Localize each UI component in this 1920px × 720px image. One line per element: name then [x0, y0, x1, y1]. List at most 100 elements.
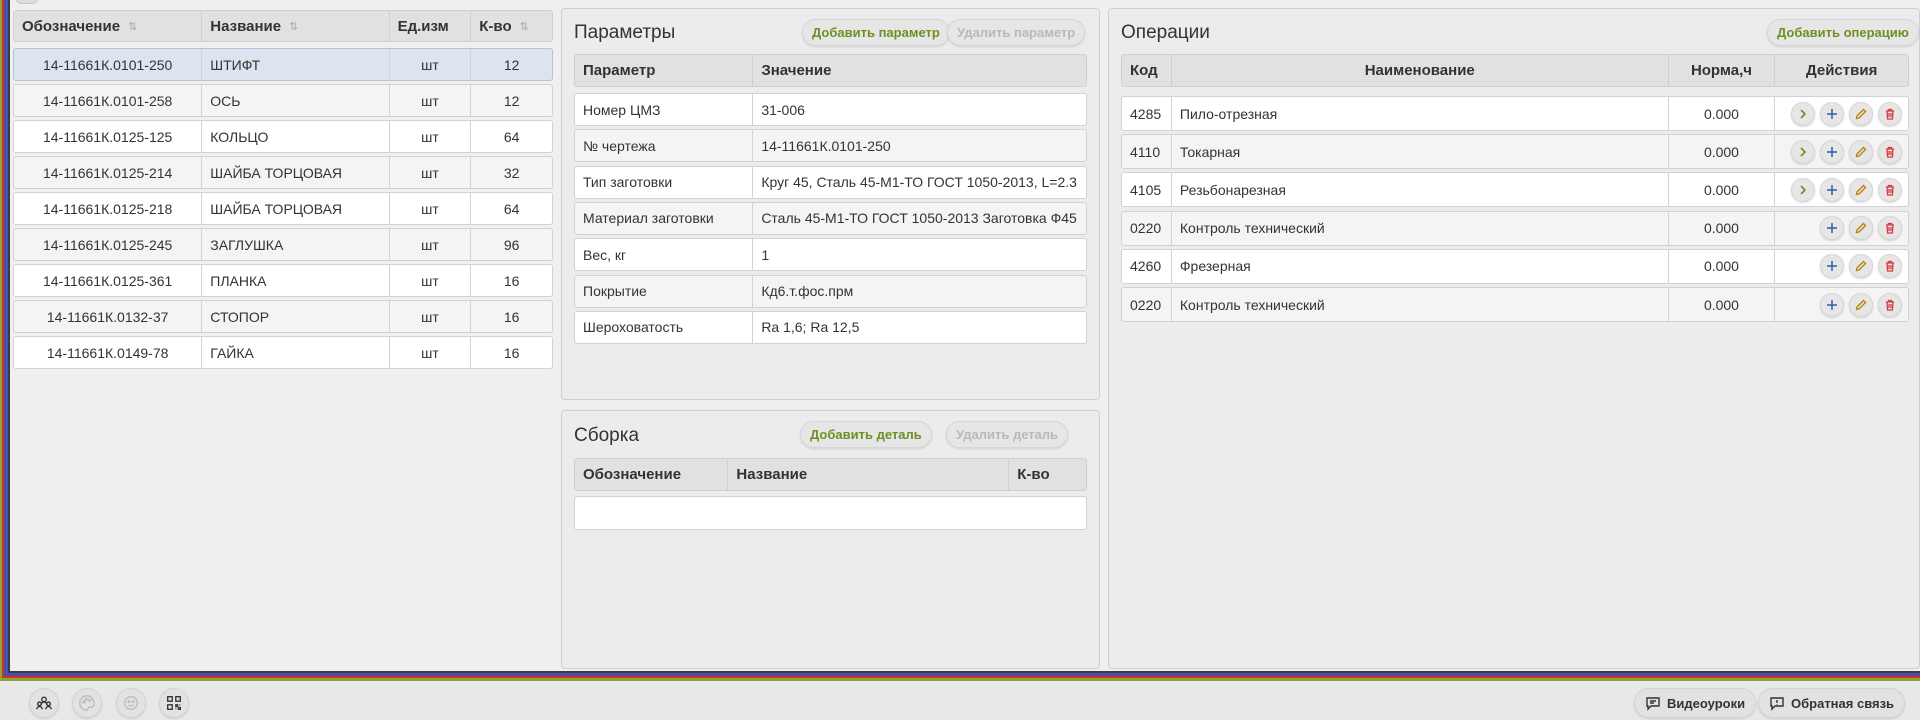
item-code-cell: 14-11661К.0132-37: [14, 301, 203, 332]
item-qty-cell: 16: [503, 308, 520, 325]
plus-icon[interactable]: [1820, 177, 1844, 202]
chevron-right-icon[interactable]: [1791, 101, 1815, 126]
parameter-row[interactable]: Номер ЦМЗ 31-006: [574, 93, 1087, 126]
plus-icon[interactable]: [1820, 292, 1844, 317]
operation-row[interactable]: 0220 Контроль технический 0.000: [1121, 287, 1909, 322]
table-row[interactable]: 14-11661К.0149-78 ГАЙКА шт 16: [13, 336, 553, 369]
sort-icon[interactable]: ⇅: [289, 20, 298, 33]
plus-icon[interactable]: [1820, 216, 1844, 241]
items-table-body: 14-11661К.0101-250 ШТИФТ шт 12 14-11661К.010…: [13, 48, 553, 372]
parameter-value-cell[interactable]: Кд6.т.фос.прм: [753, 276, 1086, 307]
pencil-icon[interactable]: [1849, 254, 1873, 279]
column-header-name: Наименование: [1172, 55, 1669, 86]
item-name-cell: СТОПОР: [202, 301, 390, 332]
item-code-cell: 14-11661К.0125-218: [14, 193, 203, 224]
operation-name-cell: Фрезерная: [1172, 249, 1669, 283]
table-row[interactable]: 14-11661К.0125-125 КОЛЬЦО шт 64: [13, 120, 553, 153]
operation-row[interactable]: 4110 Токарная 0.000: [1121, 134, 1909, 170]
item-name-cell: ШТИФТ: [202, 49, 390, 80]
item-unit-cell: шт: [390, 337, 472, 368]
operation-actions-cell: [1775, 173, 1908, 206]
operation-row[interactable]: 4260 Фрезерная 0.000: [1121, 248, 1909, 284]
parameter-value-cell[interactable]: Круг 45, Сталь 45-М1-ТО ГОСТ 1050-2013, …: [753, 167, 1086, 198]
table-row[interactable]: 14-11661К.0125-361 ПЛАНКА шт 16: [13, 264, 553, 297]
table-row[interactable]: 14-11661К.0101-250 ШТИФТ шт 12: [13, 48, 553, 81]
add-parameter-button[interactable]: Добавить параметр: [802, 19, 950, 46]
plus-icon[interactable]: [1820, 254, 1844, 279]
trash-icon[interactable]: [1878, 139, 1902, 164]
operation-actions-cell: [1775, 212, 1908, 245]
chevron-right-icon[interactable]: [1791, 139, 1815, 164]
parameter-row[interactable]: Шероховатость Ra 1,6; Ra 12,5: [574, 310, 1087, 344]
item-code-cell: 14-11661К.0125-125: [14, 121, 203, 152]
pencil-icon[interactable]: [1849, 292, 1873, 317]
column-header-norm: Норма,ч: [1669, 55, 1776, 86]
assembly-title: Сборка: [574, 425, 640, 446]
assembly-panel: [561, 410, 1100, 669]
plus-icon[interactable]: [1820, 139, 1844, 164]
parameter-value-cell[interactable]: Ra 1,6; Ra 12,5: [753, 312, 1086, 343]
table-row[interactable]: 14-11661К.0132-37 СТОПОР шт 16: [13, 300, 553, 333]
operation-row[interactable]: 4285 Пило-отрезная 0.000: [1121, 96, 1909, 131]
trash-icon[interactable]: [1878, 216, 1902, 241]
column-header-actions: Действия: [1806, 62, 1878, 79]
parameter-row[interactable]: Вес, кг 1: [574, 238, 1087, 272]
parameter-value-cell[interactable]: 31-006: [753, 94, 1086, 125]
column-header-qty[interactable]: К-во ⇅: [471, 11, 552, 41]
operation-code-cell: 4105: [1122, 173, 1172, 207]
sort-icon[interactable]: ⇅: [128, 20, 137, 33]
corner-tab[interactable]: [16, 0, 38, 4]
item-name-cell: ПЛАНКА: [202, 265, 390, 296]
item-unit-cell: шт: [390, 301, 472, 332]
parameter-value-cell[interactable]: 14-11661К.0101-250: [753, 130, 1086, 161]
palette-icon[interactable]: [72, 688, 102, 718]
people-icon[interactable]: [29, 688, 59, 718]
operation-actions-cell: [1775, 97, 1908, 130]
parameter-row[interactable]: Тип заготовки Круг 45, Сталь 45-М1-ТО ГОС…: [574, 165, 1087, 199]
operation-actions-cell: [1775, 288, 1908, 321]
smile-icon[interactable]: [116, 688, 146, 718]
operation-norm-cell: 0.000: [1669, 211, 1776, 245]
pencil-icon[interactable]: [1849, 177, 1873, 202]
feedback-button[interactable]: Обратная связь: [1758, 688, 1906, 718]
operation-code-cell: 4110: [1122, 135, 1172, 169]
add-operation-button[interactable]: Добавить операцию: [1767, 19, 1919, 46]
table-row[interactable]: 14-11661К.0101-258 ОСЬ шт 12: [13, 84, 553, 117]
sort-icon[interactable]: ⇅: [520, 20, 529, 33]
trash-icon[interactable]: [1878, 292, 1902, 317]
video-lessons-button[interactable]: Видеоуроки: [1634, 688, 1757, 718]
assembly-empty-row[interactable]: [574, 496, 1087, 530]
trash-icon[interactable]: [1878, 101, 1902, 126]
pencil-icon[interactable]: [1849, 216, 1873, 241]
table-row[interactable]: 14-11661К.0125-218 ШАЙБА ТОРЦОВАЯ шт 64: [13, 192, 553, 225]
parameter-row[interactable]: Материал заготовки Сталь 45-М1-ТО ГОСТ 10…: [574, 201, 1087, 235]
parameter-row[interactable]: Покрытие Кд6.т.фос.прм: [574, 274, 1087, 308]
pencil-icon[interactable]: [1849, 139, 1873, 164]
parameter-value-cell[interactable]: 1: [753, 239, 1086, 270]
item-code-cell: 14-11661К.0125-245: [14, 229, 203, 260]
pencil-icon[interactable]: [1849, 101, 1873, 126]
trash-icon[interactable]: [1878, 177, 1902, 202]
trash-icon[interactable]: [1878, 254, 1902, 279]
parameter-row[interactable]: № чертежа 14-11661К.0101-250: [574, 129, 1087, 163]
table-row[interactable]: 14-11661К.0125-214 ШАЙБА ТОРЦОВАЯ шт 32: [13, 156, 553, 189]
item-unit-cell: шт: [390, 193, 472, 224]
item-code-cell: 14-11661К.0101-258: [14, 85, 203, 116]
operation-row[interactable]: 4105 Резьбонарезная 0.000: [1121, 172, 1909, 208]
add-detail-button[interactable]: Добавить деталь: [800, 421, 932, 448]
column-header-code[interactable]: Обозначение ⇅: [14, 11, 203, 41]
item-qty-cell: 12: [503, 92, 520, 109]
parameter-value-cell[interactable]: Сталь 45-М1-ТО ГОСТ 1050-2013 Заготовка …: [753, 203, 1086, 234]
chevron-right-icon[interactable]: [1791, 177, 1815, 202]
operation-row[interactable]: 0220 Контроль технический 0.000: [1121, 210, 1909, 246]
delete-parameter-button[interactable]: Удалить параметр: [947, 19, 1086, 46]
operation-code-cell: 4285: [1122, 97, 1172, 130]
column-header-name[interactable]: Название ⇅: [202, 11, 390, 41]
plus-icon[interactable]: [1820, 101, 1844, 126]
item-code-cell: 14-11661К.0125-361: [14, 265, 203, 296]
qr-code-icon[interactable]: [159, 688, 189, 718]
table-row[interactable]: 14-11661К.0125-245 ЗАГЛУШКА шт 96: [13, 228, 553, 261]
parameter-name-cell: Тип заготовки: [575, 166, 754, 198]
parameter-name-cell: Покрытие: [575, 275, 754, 307]
delete-detail-button[interactable]: Удалить деталь: [946, 421, 1069, 448]
